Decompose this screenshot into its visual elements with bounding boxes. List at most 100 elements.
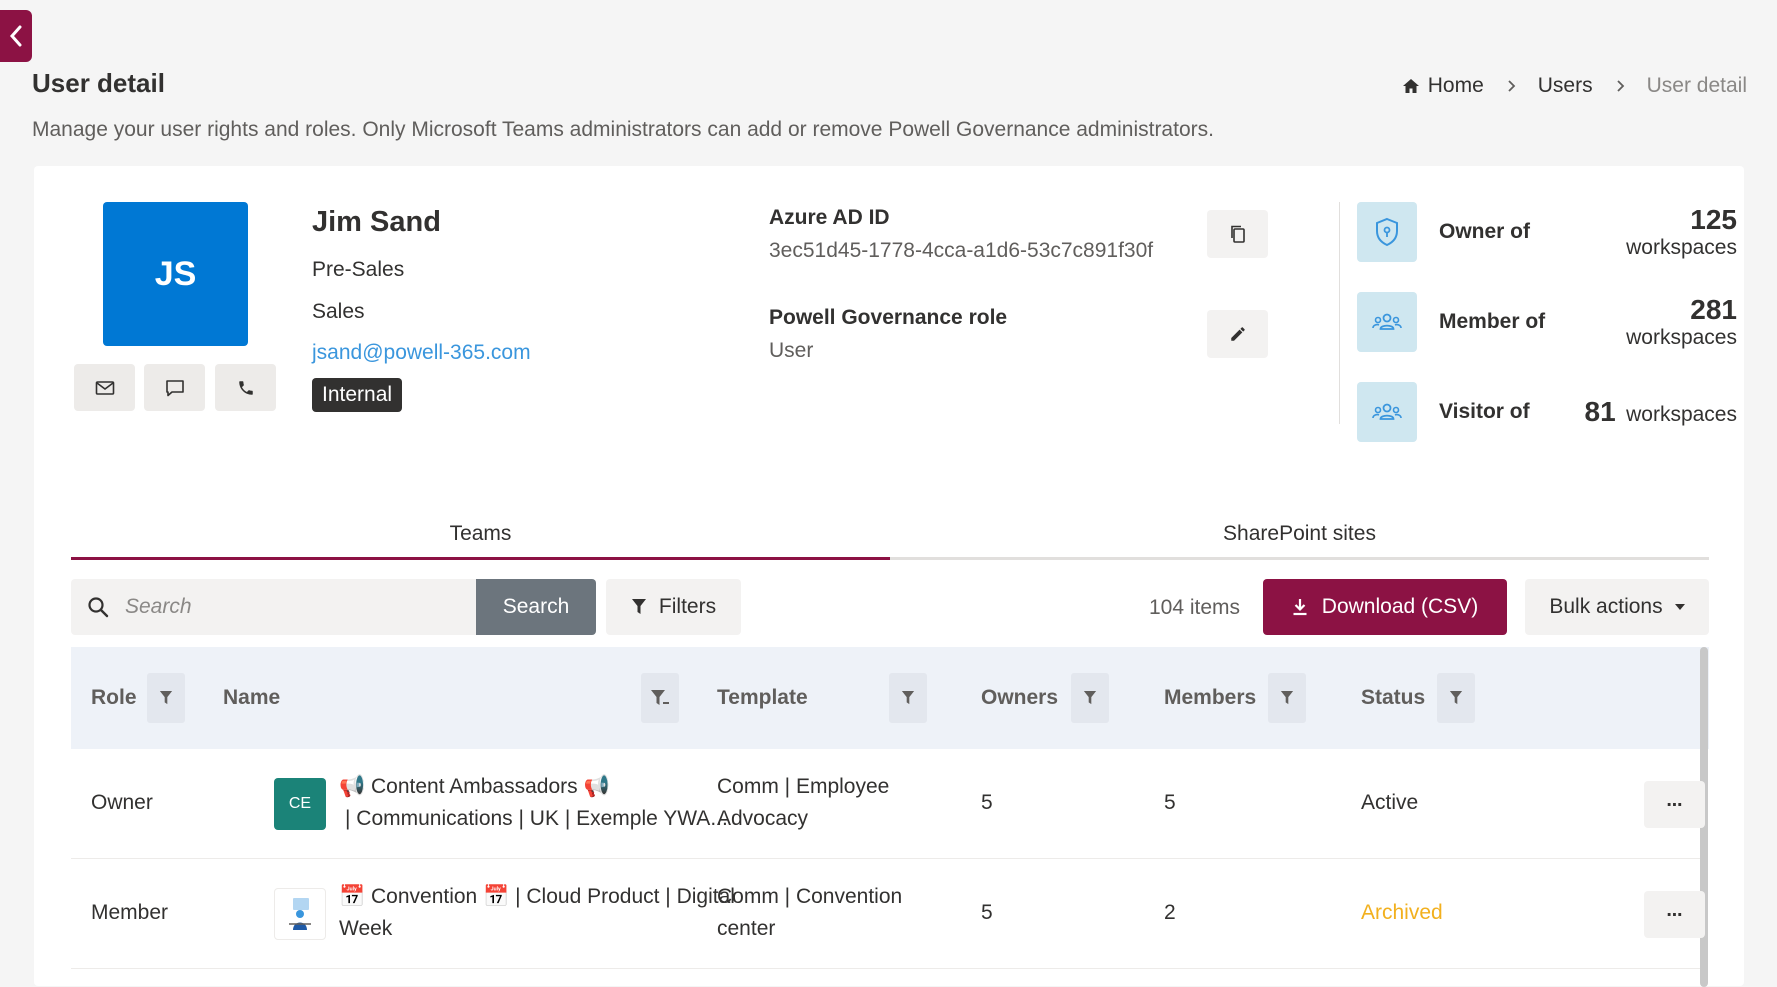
row-more-button[interactable]: ⋯ [1644,891,1705,938]
people-icon [1357,382,1417,442]
person-at-desk-icon [289,898,311,930]
breadcrumb-home[interactable]: Home [1402,74,1484,98]
bulk-actions-label: Bulk actions [1549,595,1663,618]
search-icon [88,597,109,618]
team-name-line2: Week [339,917,393,940]
name-filter-button[interactable] [641,673,679,723]
team-name-line2: | Communications | UK | Exemple YWA... [345,807,728,830]
team-name-link[interactable]: 📅 Convention 📅 | Cloud Product | Digital… [339,881,759,945]
status-filter-button[interactable] [1437,673,1475,723]
stat-unit: workspaces [1626,236,1737,259]
row-template: Comm | Employee Advocacy [717,771,889,835]
user-email-link[interactable]: jsand@powell-365.com [312,341,531,365]
stat-count: 81 [1584,396,1616,427]
table-row[interactable]: Owner CE 📢 Content Ambassadors 📢 | Commu… [71,749,1705,859]
team-avatar: CE [274,778,326,830]
caret-down-icon [1674,604,1685,610]
role-filter-button[interactable] [147,673,185,723]
row-status: Active [1361,791,1419,814]
pencil-icon [1230,327,1245,341]
tab-sharepoint-sites[interactable]: SharePoint sites [890,506,1709,557]
row-owners: 5 [981,791,993,814]
team-name-line1: Convention [371,885,478,908]
page-description: Manage your user rights and roles. Only … [32,118,1214,141]
stat-label: Visitor of [1439,400,1530,423]
copy-button[interactable] [1207,210,1268,258]
calendar-icon: 📅 [483,885,510,908]
table-row[interactable]: Member 📅 Convention 📅 | Cloud Product | … [71,859,1705,969]
azure-id-label: Azure AD ID [769,206,890,229]
governance-role-value: User [769,339,814,362]
row-role: Owner [91,791,153,814]
people-icon [1357,292,1417,352]
column-header-owners: Owners [981,686,1059,709]
template-filter-button[interactable] [889,673,927,723]
stat-member: Member of 281 workspaces [1357,292,1737,352]
download-label: Download (CSV) [1321,595,1479,618]
megaphone-icon: 📢 [339,775,366,798]
items-count: 104 items [1149,596,1241,619]
row-more-button[interactable]: ⋯ [1644,781,1705,828]
column-header-template: Template [717,686,808,709]
chevron-left-icon [9,25,22,47]
page-title: User detail [32,68,165,98]
template-line1: Comm | Employee [717,775,890,798]
search-button[interactable]: Search [476,579,596,635]
template-line2: Advocacy [717,807,809,830]
stat-unit: workspaces [1626,403,1737,426]
table-header: Role Name Template Owners Members Status [71,647,1709,749]
download-icon [1293,599,1307,616]
owners-filter-button[interactable] [1071,673,1109,723]
filter-icon [1280,691,1294,705]
mail-icon [95,380,114,395]
row-template: Comm | Convention center [717,881,902,945]
user-job-title: Pre-Sales [312,258,405,281]
filter-icon [1449,691,1463,705]
row-members: 2 [1164,901,1176,924]
filter-icon [631,599,646,614]
user-name: Jim Sand [312,206,441,238]
download-csv-button[interactable]: Download (CSV) [1263,579,1507,635]
azure-id-value: 3ec51d45-1778-4cca-a1d6-53c7c891f30f [769,239,1154,262]
shield-icon [1357,202,1417,262]
template-line1: Comm | Convention [717,885,903,908]
row-members: 5 [1164,791,1176,814]
call-button[interactable] [215,364,276,411]
breadcrumb-home-label: Home [1427,74,1484,97]
filter-icon [1083,691,1097,705]
home-icon [1402,79,1419,93]
column-header-status: Status [1361,686,1426,709]
governance-role-label: Powell Governance role [769,306,1008,329]
chevron-right-icon [1506,79,1516,93]
filters-button[interactable]: Filters [606,579,741,635]
filter-icon [159,691,173,705]
tab-bar: Teams SharePoint sites [71,506,1709,560]
breadcrumb-users[interactable]: Users [1538,74,1593,98]
row-status: Archived [1361,901,1443,924]
divider [1339,202,1340,424]
stat-label: Owner of [1439,220,1531,243]
more-icon: ⋯ [1666,796,1683,814]
tab-teams[interactable]: Teams [71,506,890,560]
members-filter-button[interactable] [1268,673,1306,723]
breadcrumb: Home Users User detail [1402,74,1747,98]
chevron-right-icon [1615,79,1625,93]
breadcrumb-current: User detail [1646,74,1747,97]
filter-active-icon [651,690,669,705]
user-card: JS Jim Sand Pre-Sales Sales jsand@powell… [34,166,1744,987]
column-header-members: Members [1164,686,1257,709]
team-avatar-image [274,888,326,940]
megaphone-icon: 📢 [583,775,610,798]
column-header-name: Name [223,686,281,709]
stat-count: 281 [1690,294,1737,325]
search-input[interactable] [123,594,423,620]
calendar-icon: 📅 [339,885,366,908]
chat-button[interactable] [144,364,205,411]
email-button[interactable] [74,364,135,411]
copy-icon [1230,225,1245,243]
back-button[interactable] [0,10,32,62]
bulk-actions-button[interactable]: Bulk actions [1525,579,1709,635]
team-name-link[interactable]: 📢 Content Ambassadors 📢 | Communications… [339,771,759,835]
edit-role-button[interactable] [1207,310,1268,358]
phone-icon [238,380,253,395]
